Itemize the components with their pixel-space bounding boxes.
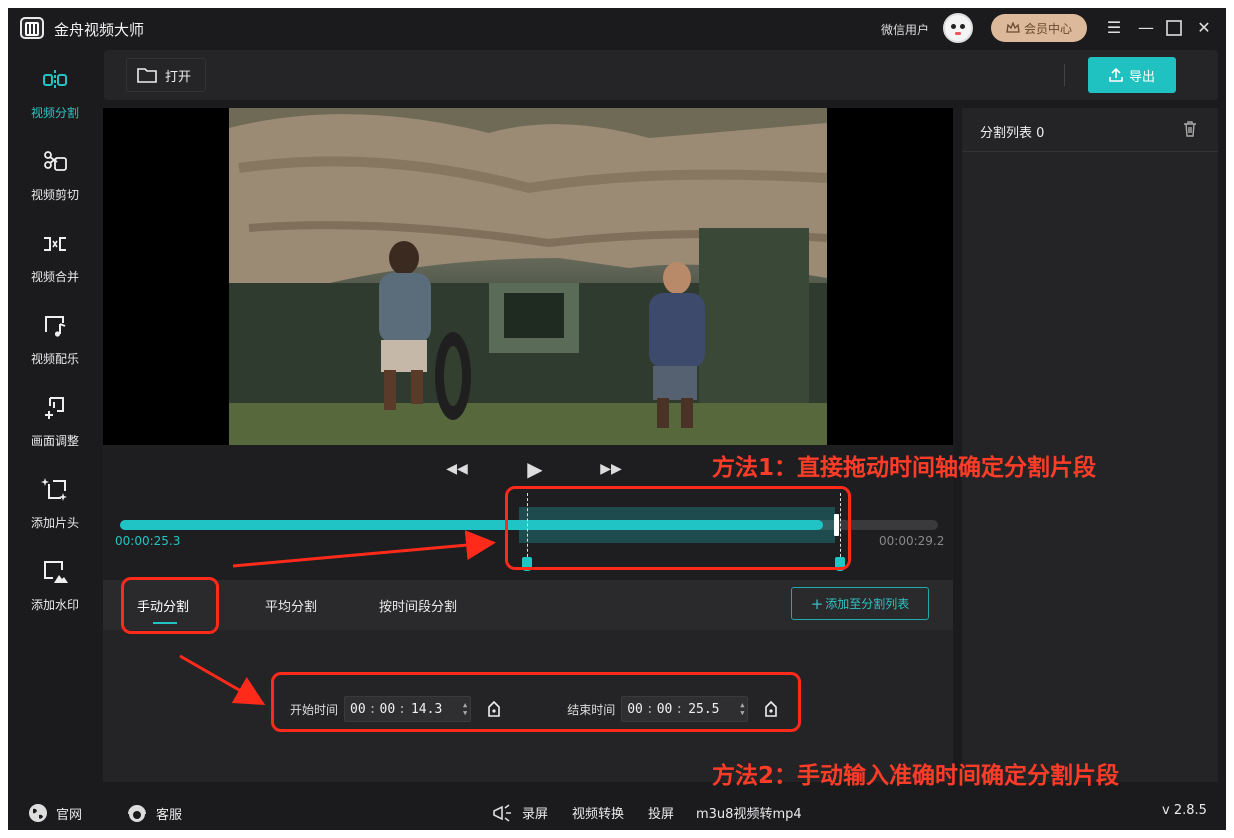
annotation-arrows: [179, 530, 496, 705]
annotation-arrow-timeline: [232, 530, 496, 568]
app-window: 金舟视频大师 微信用户 会员中心 ☰ — ✕ 视频分割 视频剪切 视频合并 视频…: [8, 8, 1226, 830]
annotation-arrow-inputs: [179, 654, 266, 705]
